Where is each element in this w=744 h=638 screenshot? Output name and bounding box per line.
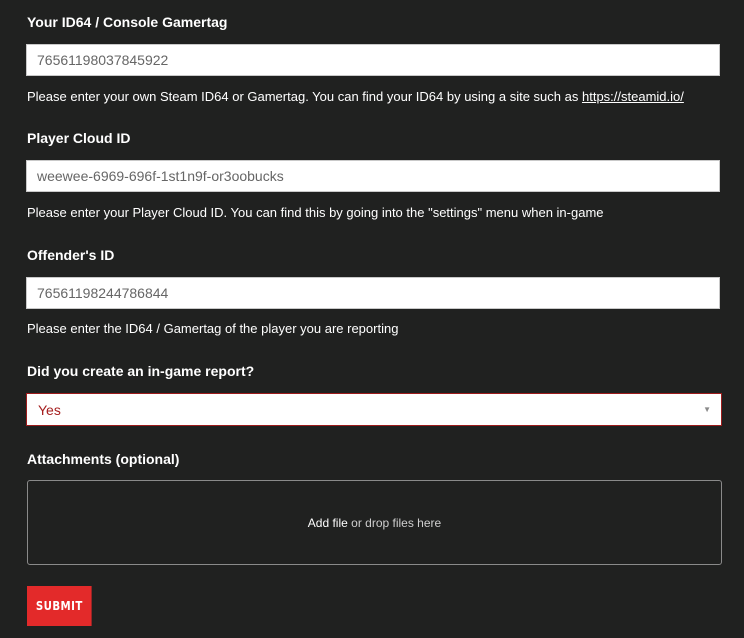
offender-id-help: Please enter the ID64 / Gamertag of the … bbox=[27, 321, 399, 336]
cloud-id-input[interactable]: weewee-6969-696f-1st1n9f-or3oobucks bbox=[26, 160, 720, 192]
report-form: Your ID64 / Console Gamertag 76561198037… bbox=[0, 0, 744, 638]
id64-label: Your ID64 / Console Gamertag bbox=[27, 14, 228, 30]
attachments-dropzone[interactable]: Add file or drop files here bbox=[27, 480, 722, 565]
id64-input[interactable]: 76561198037845922 bbox=[26, 44, 720, 76]
submit-button[interactable]: SUBMIT bbox=[27, 586, 92, 626]
id64-help-text: Please enter your own Steam ID64 or Game… bbox=[27, 89, 582, 104]
cloud-id-label: Player Cloud ID bbox=[27, 130, 131, 146]
add-file-link[interactable]: Add file bbox=[308, 516, 348, 530]
chevron-down-icon: ▼ bbox=[703, 405, 711, 414]
ingame-report-label: Did you create an in-game report? bbox=[27, 363, 255, 379]
offender-id-value: 76561198244786844 bbox=[37, 285, 169, 301]
drop-files-text: or drop files here bbox=[347, 515, 442, 530]
offender-id-label: Offender's ID bbox=[27, 247, 115, 263]
cloud-id-value: weewee-6969-696f-1st1n9f-or3oobucks bbox=[37, 168, 284, 184]
cloud-id-help: Please enter your Player Cloud ID. You c… bbox=[27, 205, 604, 220]
ingame-report-selected: Yes bbox=[38, 401, 61, 418]
ingame-report-select[interactable]: Yes ▼ bbox=[26, 393, 722, 426]
attachments-label: Attachments (optional) bbox=[27, 451, 180, 467]
offender-id-input[interactable]: 76561198244786844 bbox=[26, 277, 720, 309]
id64-value: 76561198037845922 bbox=[37, 52, 169, 68]
id64-help: Please enter your own Steam ID64 or Game… bbox=[27, 89, 684, 105]
steamid-link[interactable]: https://steamid.io/ bbox=[582, 89, 684, 104]
